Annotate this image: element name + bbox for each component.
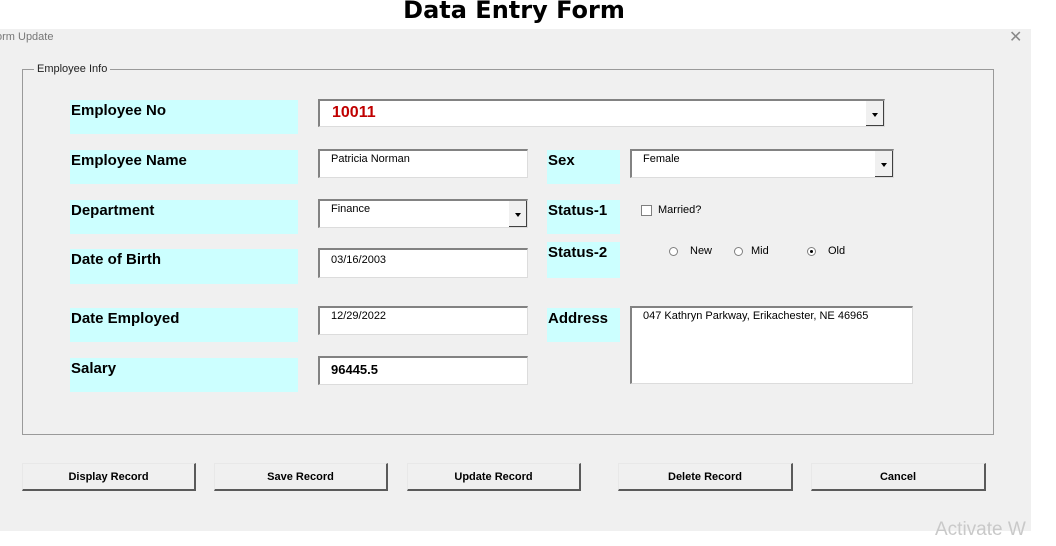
- cancel-button[interactable]: Cancel: [811, 463, 986, 491]
- salary-label: Salary: [70, 358, 298, 392]
- employee-no-combobox[interactable]: 10011: [318, 99, 885, 127]
- married-checkbox[interactable]: [641, 205, 652, 216]
- date-of-birth-field[interactable]: 03/16/2003: [318, 248, 528, 278]
- employee-name-label: Employee Name: [70, 150, 298, 184]
- department-combobox[interactable]: Finance: [318, 199, 528, 228]
- status-mid-radio[interactable]: [734, 247, 743, 256]
- close-icon[interactable]: ✕: [1009, 30, 1022, 46]
- department-value: Finance: [331, 203, 371, 215]
- display-record-button[interactable]: Display Record: [22, 463, 196, 491]
- activate-windows-watermark: Activate W: [935, 519, 1026, 540]
- sex-combobox[interactable]: Female: [630, 149, 894, 178]
- update-record-button[interactable]: Update Record: [407, 463, 581, 491]
- address-field[interactable]: 047 Kathryn Parkway, Erikachester, NE 46…: [630, 306, 913, 384]
- page-title: Data Entry Form: [403, 0, 625, 24]
- delete-record-button[interactable]: Delete Record: [618, 463, 793, 491]
- status-old-label[interactable]: Old: [828, 245, 845, 257]
- status1-label: Status-1: [547, 200, 620, 234]
- sex-label: Sex: [547, 150, 620, 184]
- window-title: orm Update: [0, 31, 54, 43]
- date-employed-field[interactable]: 12/29/2022: [318, 306, 528, 335]
- status-mid-label[interactable]: Mid: [751, 245, 769, 257]
- employee-no-value: 10011: [332, 104, 376, 121]
- chevron-down-icon[interactable]: [508, 201, 527, 227]
- status-new-radio[interactable]: [669, 247, 678, 256]
- date-of-birth-label: Date of Birth: [70, 249, 298, 284]
- save-record-button[interactable]: Save Record: [214, 463, 388, 491]
- frame-caption: Employee Info: [34, 63, 111, 75]
- chevron-down-icon[interactable]: [874, 151, 893, 177]
- department-label: Department: [70, 200, 298, 234]
- date-employed-label: Date Employed: [70, 308, 298, 342]
- salary-field[interactable]: 96445.5: [318, 356, 528, 385]
- employee-name-field[interactable]: Patricia Norman: [318, 149, 528, 178]
- employee-no-label: Employee No: [70, 100, 298, 134]
- address-label: Address: [547, 308, 620, 342]
- status2-label: Status-2: [547, 242, 620, 278]
- sex-value: Female: [643, 153, 680, 165]
- married-checkbox-label[interactable]: Married?: [658, 204, 701, 216]
- status-new-label[interactable]: New: [690, 245, 712, 257]
- status-old-radio[interactable]: [807, 247, 816, 256]
- chevron-down-icon[interactable]: [865, 101, 884, 126]
